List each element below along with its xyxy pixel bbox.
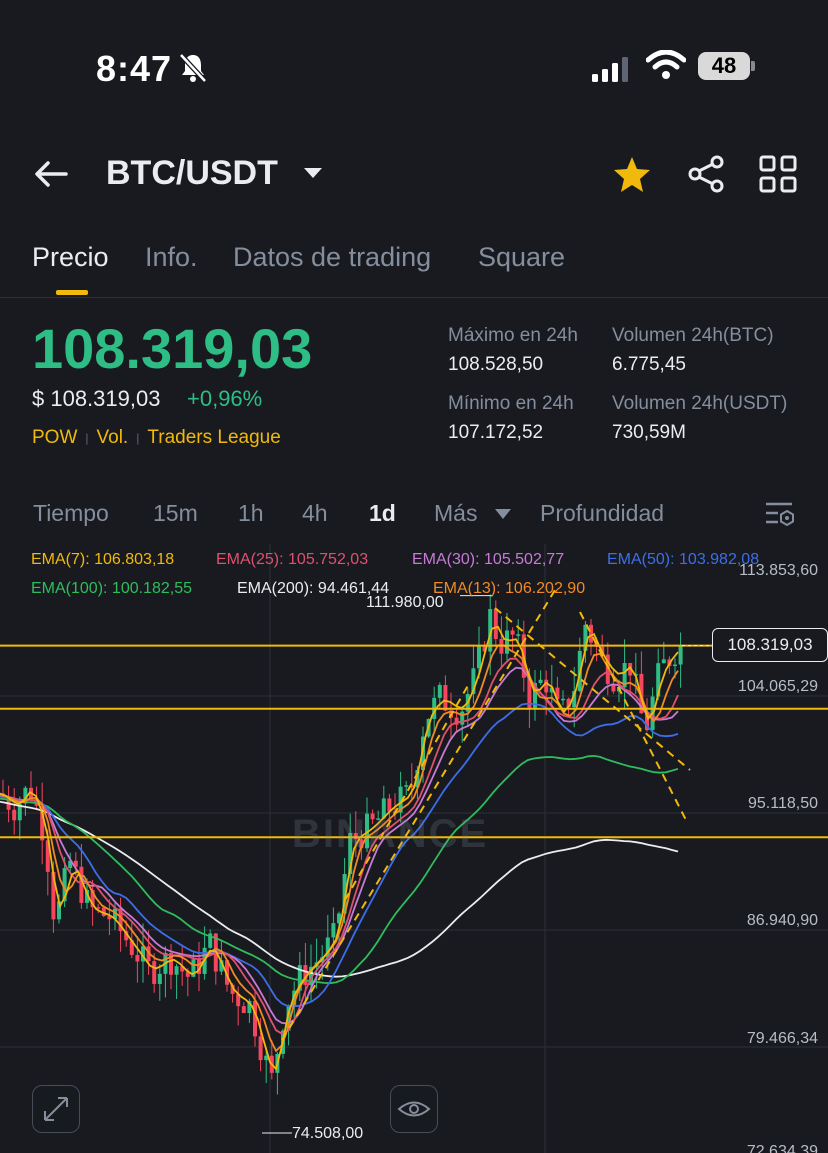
candle-body bbox=[443, 684, 448, 711]
usd-price: $ 108.319,03 bbox=[32, 386, 161, 411]
vol-usdt-value: 730,59M bbox=[612, 422, 686, 443]
cellular-signal-icon bbox=[592, 57, 628, 82]
candle-body bbox=[404, 785, 409, 787]
candle-body bbox=[253, 1000, 257, 1037]
low-24h-label: Mínimo en 24h bbox=[448, 393, 574, 414]
ema-100-line bbox=[0, 754, 679, 985]
candle-body bbox=[493, 609, 498, 640]
candle-body bbox=[678, 645, 683, 665]
candle-body bbox=[135, 954, 140, 962]
grid-menu-icon[interactable] bbox=[758, 154, 798, 194]
interval-tiempo[interactable]: Tiempo bbox=[33, 500, 109, 527]
last-price: 108.319,03 bbox=[32, 317, 313, 380]
y-tick-label: 104.065,29 bbox=[737, 678, 818, 695]
candle-body bbox=[331, 923, 336, 938]
candle-body bbox=[241, 1006, 246, 1014]
interval-1h[interactable]: 1h bbox=[238, 500, 264, 527]
interval-bar: Tiempo 15m 1h 4h 1d Más Profundidad bbox=[0, 496, 828, 536]
high-24h-value: 108.528,50 bbox=[448, 354, 544, 375]
fullscreen-button[interactable] bbox=[32, 1085, 80, 1133]
candle-body bbox=[673, 664, 677, 667]
tab-precio[interactable]: Precio bbox=[32, 242, 109, 273]
candle-body bbox=[157, 973, 162, 984]
expand-icon bbox=[44, 1097, 68, 1121]
tab-square[interactable]: Square bbox=[478, 242, 565, 273]
tag-pow[interactable]: POW bbox=[32, 427, 77, 448]
ema-50-label: EMA(50): 103.982,08 bbox=[607, 551, 760, 568]
candle-body bbox=[258, 1036, 263, 1061]
high-marker-label: 111.980,00 bbox=[366, 594, 444, 611]
eye-icon bbox=[397, 1101, 431, 1117]
y-tick-label: 113.853,60 bbox=[739, 562, 818, 579]
candle-body bbox=[174, 966, 179, 975]
tag-traders-league[interactable]: Traders League bbox=[147, 427, 280, 448]
y-tick-label: 79.466,34 bbox=[746, 1030, 818, 1047]
y-tick-label: 72.634,39 bbox=[746, 1143, 818, 1153]
chart-settings-icon[interactable] bbox=[764, 498, 796, 530]
battery-tip bbox=[751, 61, 755, 71]
favorite-star-icon[interactable] bbox=[612, 154, 652, 194]
candle-body bbox=[589, 624, 593, 643]
binance-watermark: BINANCE bbox=[292, 812, 489, 856]
vol-btc-label: Volumen 24h(BTC) bbox=[612, 325, 774, 346]
status-time: 8:47 bbox=[96, 48, 173, 89]
ema-30-label: EMA(30): 105.502,77 bbox=[412, 551, 565, 568]
chevron-down-icon[interactable] bbox=[494, 508, 512, 520]
candle-body bbox=[516, 634, 521, 636]
candle-body bbox=[538, 679, 543, 684]
candle-body bbox=[661, 659, 666, 664]
ema-25-label: EMA(25): 105.752,03 bbox=[216, 551, 369, 568]
active-tab-indicator bbox=[56, 290, 88, 295]
candle-body bbox=[561, 698, 565, 701]
high-24h-label: Máximo en 24h bbox=[448, 325, 578, 346]
candle-body bbox=[437, 684, 442, 698]
interval-15m[interactable]: 15m bbox=[153, 500, 198, 527]
visibility-toggle-button[interactable] bbox=[390, 1085, 438, 1133]
status-bar: 8:47 48 bbox=[0, 0, 828, 120]
back-arrow-icon[interactable] bbox=[32, 154, 72, 194]
low-24h-value: 107.172,52 bbox=[448, 422, 544, 443]
tag-vol[interactable]: Vol. bbox=[97, 427, 129, 448]
interval-4h[interactable]: 4h bbox=[302, 500, 328, 527]
interval-1d[interactable]: 1d bbox=[369, 500, 396, 527]
ema-7-label: EMA(7): 106.803,18 bbox=[31, 551, 175, 568]
ema-13-label: EMA(13): 106.202,90 bbox=[433, 580, 586, 597]
y-tick-label: 86.940,90 bbox=[746, 912, 818, 929]
low-marker-label: 74.508,00 bbox=[292, 1125, 364, 1142]
wifi-icon bbox=[646, 50, 686, 79]
price-change: +0,96% bbox=[187, 386, 263, 411]
vol-btc-value: 6.775,45 bbox=[612, 354, 686, 375]
y-tick-label: 95.118,50 bbox=[748, 795, 818, 812]
pair-title[interactable]: BTC/USDT bbox=[106, 154, 278, 193]
current-price-tag: 108.319,03 bbox=[712, 628, 828, 662]
tab-datos-de-trading[interactable]: Datos de trading bbox=[233, 242, 431, 273]
vol-usdt-label: Volumen 24h(USDT) bbox=[612, 393, 788, 414]
candle-body bbox=[477, 646, 481, 669]
candle-body bbox=[12, 809, 17, 821]
interval-profundidad[interactable]: Profundidad bbox=[540, 500, 664, 527]
main-tabs: Precio Info. Datos de trading Square bbox=[0, 238, 828, 298]
candle-body bbox=[510, 630, 515, 635]
ema-100-label: EMA(100): 100.182,55 bbox=[31, 580, 192, 597]
battery-indicator: 48 bbox=[698, 52, 750, 80]
tag-row: POW | Vol. | Traders League bbox=[32, 427, 281, 448]
candle-body bbox=[152, 961, 157, 984]
pair-header: BTC/USDT bbox=[0, 140, 828, 210]
interval-mas[interactable]: Más bbox=[434, 500, 477, 527]
chevron-down-icon[interactable] bbox=[302, 166, 324, 180]
candle-body bbox=[505, 630, 509, 654]
share-icon[interactable] bbox=[686, 154, 726, 194]
bell-muted-icon bbox=[179, 53, 207, 83]
candle-body bbox=[544, 679, 549, 693]
tab-info[interactable]: Info. bbox=[145, 242, 198, 273]
